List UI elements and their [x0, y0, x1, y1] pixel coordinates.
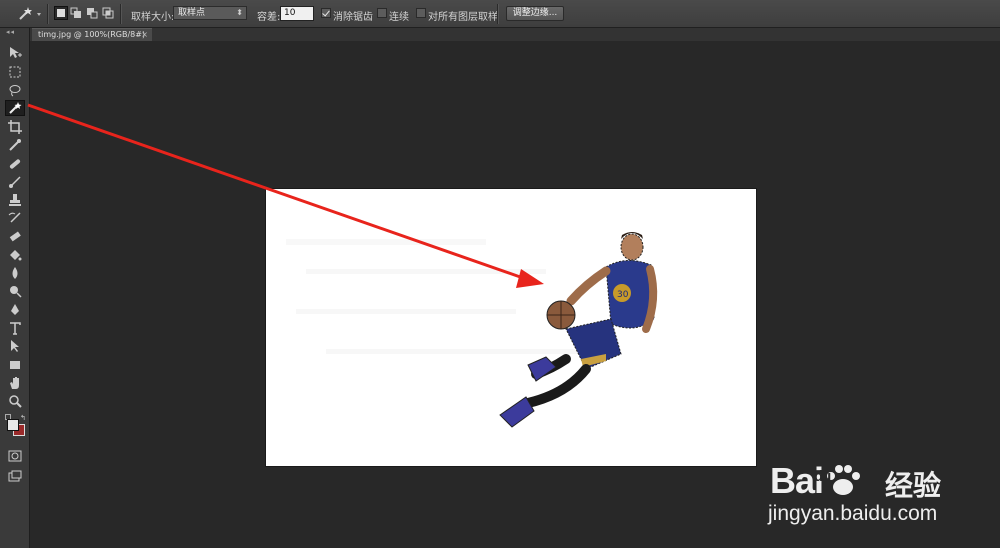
color-swatches[interactable]: ↰ — [5, 414, 27, 436]
path-selection-tool[interactable] — [5, 338, 25, 354]
player-photo: 30 — [286, 232, 658, 428]
screen-mode-button[interactable] — [5, 468, 25, 484]
sample-all-layers-label: 对所有图层取样 — [428, 12, 498, 23]
contiguous-checkbox[interactable] — [377, 8, 387, 18]
clone-stamp-tool[interactable] — [5, 192, 25, 208]
separator — [47, 4, 49, 24]
baidu-jingyan-watermark: Bai du 经验 jingyan.baidu.com — [760, 440, 1000, 540]
svg-text:30: 30 — [617, 290, 629, 300]
path-selection-icon — [11, 340, 19, 352]
options-bar: 取样大小: 取样点 ⬍ 容差: 10 消除锯齿 连续 对所有图层取样 调整边缘.… — [0, 0, 1000, 28]
close-icon[interactable]: × — [141, 29, 148, 41]
rectangle-icon — [10, 361, 20, 369]
hand-tool[interactable] — [5, 375, 25, 391]
tools-panel: ◂◂ ↰ — [0, 28, 30, 548]
player-figure: 30 — [499, 232, 658, 428]
updown-arrow-icon: ⬍ — [236, 8, 243, 17]
zoom-tool[interactable] — [5, 393, 25, 409]
dodge-icon — [10, 286, 22, 298]
new-selection-button[interactable] — [54, 6, 68, 20]
sample-size-value: 取样点 — [178, 8, 206, 18]
bandage-icon — [9, 159, 21, 169]
type-icon — [10, 322, 21, 335]
move-tool[interactable] — [5, 45, 25, 61]
document-tab[interactable]: timg.jpg @ 100%(RGB/8#) × — [32, 28, 152, 41]
marquee-icon — [9, 66, 21, 78]
crop-tool[interactable] — [5, 119, 25, 135]
document-tab-strip: timg.jpg @ 100%(RGB/8#) × — [30, 28, 1000, 41]
lasso-icon — [9, 85, 21, 97]
document-canvas[interactable]: 30 — [266, 189, 756, 466]
tolerance-label: 容差: — [257, 12, 281, 23]
brush-tool[interactable] — [5, 174, 25, 190]
eyedropper-icon — [9, 139, 21, 151]
eraser-tool[interactable] — [5, 228, 25, 244]
paint-bucket-icon — [10, 250, 22, 261]
magic-wand-icon — [9, 102, 22, 114]
brush-icon — [9, 176, 21, 188]
add-to-selection-button[interactable] — [70, 7, 82, 19]
watermark-brand: Bai du — [770, 460, 863, 502]
watermark-url: jingyan.baidu.com — [768, 502, 938, 525]
drop-icon — [12, 267, 18, 279]
magic-wand-icon — [19, 7, 41, 20]
paint-bucket-tool[interactable] — [5, 247, 25, 263]
antialias-checkbox[interactable] — [321, 8, 331, 18]
lasso-tool[interactable] — [5, 82, 25, 98]
rectangular-marquee-tool[interactable] — [5, 64, 25, 80]
contiguous-label: 连续 — [389, 12, 409, 23]
sample-all-layers-checkbox[interactable] — [416, 8, 426, 18]
history-brush-icon — [8, 212, 21, 223]
refine-edge-button[interactable]: 调整边缘... — [506, 6, 564, 21]
separator — [120, 4, 122, 24]
sample-size-dropdown[interactable]: 取样点 ⬍ — [173, 6, 247, 20]
watermark-jingyan: 经验 — [885, 469, 942, 502]
foreground-color-swatch[interactable] — [7, 419, 19, 431]
quick-mask-icon — [8, 450, 22, 462]
intersect-selection-button[interactable] — [102, 7, 114, 19]
type-tool[interactable] — [5, 320, 25, 336]
history-brush-tool[interactable] — [5, 210, 25, 226]
panel-collapse-grip[interactable]: ◂◂ — [6, 28, 15, 36]
antialias-label: 消除锯齿 — [333, 12, 373, 23]
zoom-icon — [9, 395, 22, 408]
crop-icon — [8, 120, 22, 134]
quick-mask-button[interactable] — [5, 448, 25, 464]
separator — [497, 4, 499, 24]
screen-mode-icon — [8, 470, 22, 482]
sample-size-label: 取样大小: — [131, 12, 175, 23]
eraser-icon — [9, 231, 21, 242]
rectangle-tool[interactable] — [5, 357, 25, 373]
document-tab-title: timg.jpg @ 100%(RGB/8#) — [38, 30, 146, 39]
subtract-from-selection-button[interactable] — [86, 7, 98, 19]
blur-tool[interactable] — [5, 265, 25, 281]
dodge-tool[interactable] — [5, 283, 25, 299]
tolerance-input[interactable]: 10 — [280, 6, 314, 21]
pen-icon — [11, 304, 19, 315]
move-icon — [10, 47, 22, 58]
healing-brush-tool[interactable] — [5, 156, 25, 172]
tool-preset-picker[interactable] — [14, 5, 42, 23]
eyedropper-tool[interactable] — [5, 137, 25, 153]
pen-tool[interactable] — [5, 302, 25, 318]
swap-colors-icon[interactable]: ↰ — [20, 414, 26, 422]
stamp-icon — [9, 194, 21, 206]
hand-icon — [10, 377, 19, 389]
magic-wand-tool[interactable] — [5, 100, 25, 116]
